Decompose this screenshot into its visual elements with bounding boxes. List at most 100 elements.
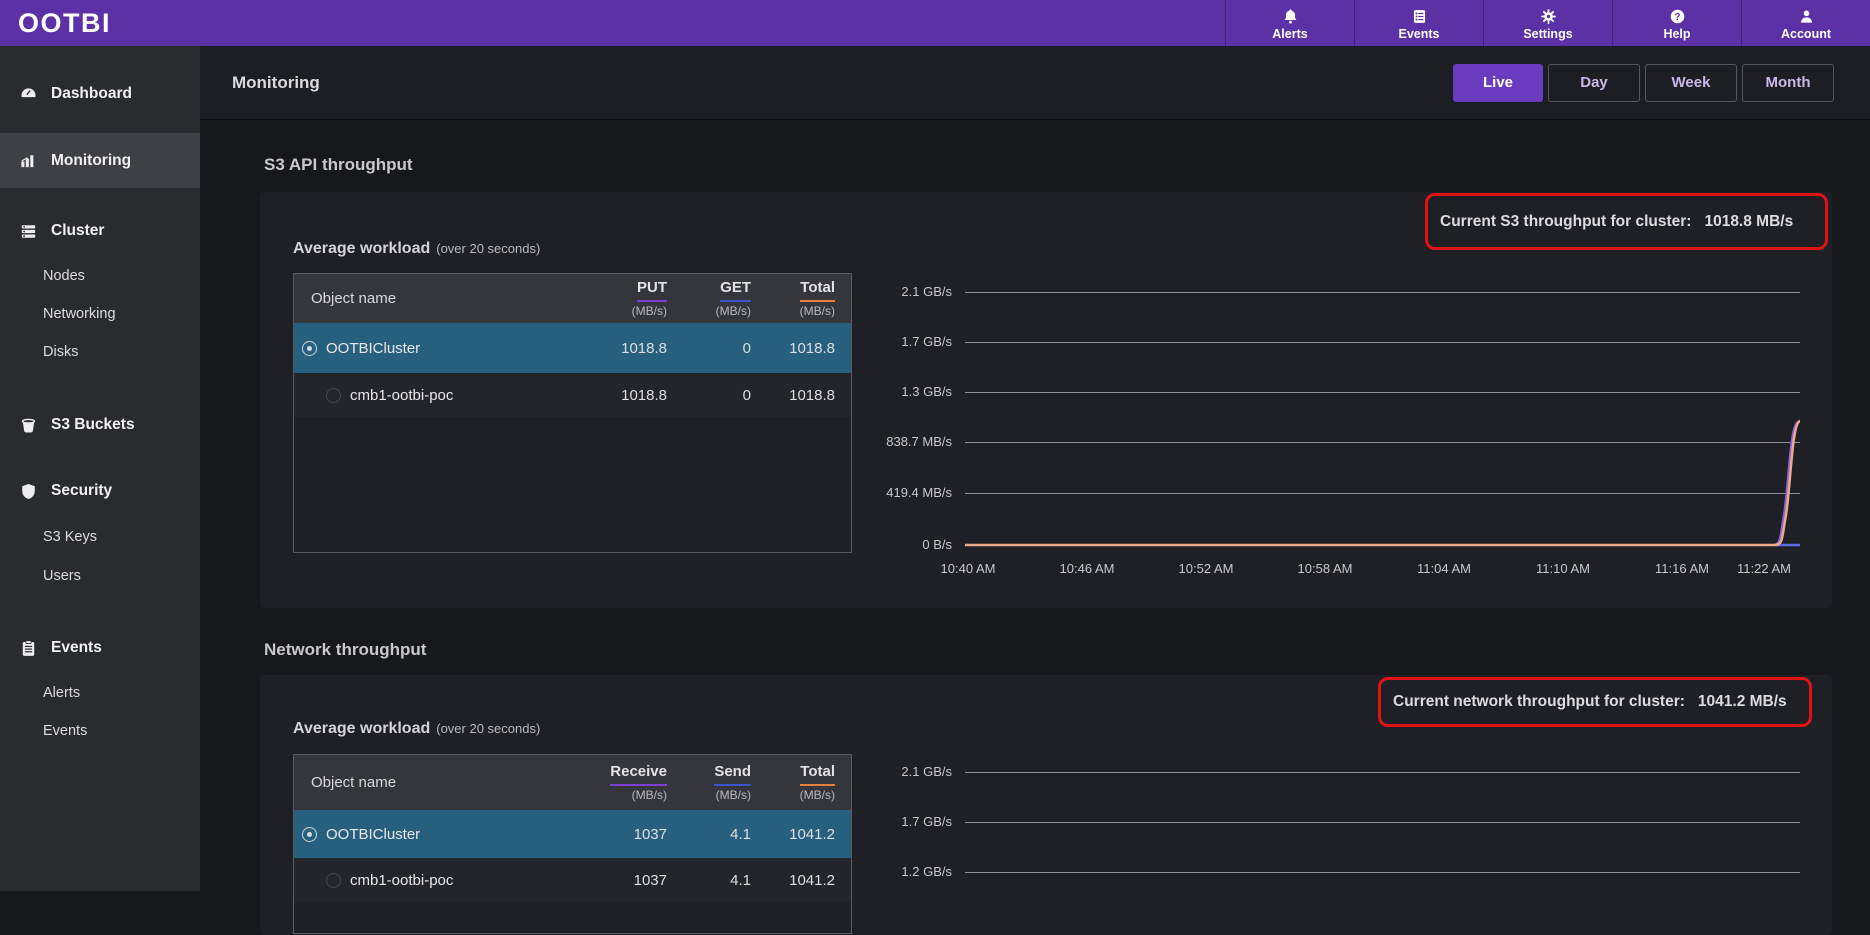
- network-current-throughput-callout: Current network throughput for cluster: …: [1378, 677, 1812, 727]
- alerts-nav-label: Alerts: [1272, 27, 1307, 41]
- sidebar-item-dashboard[interactable]: Dashboard: [0, 76, 200, 112]
- s3-throughput-card: Average workload (over 20 seconds) Curren…: [260, 192, 1832, 608]
- y-tick-label: 1.7 GB/s: [820, 333, 952, 351]
- sidebar-item-alerts-sub[interactable]: Alerts: [0, 678, 200, 708]
- sidebar-item-cluster[interactable]: Cluster: [0, 213, 200, 249]
- help-nav-button[interactable]: ? Help: [1612, 0, 1741, 46]
- send-value: 4.1: [667, 872, 751, 889]
- network-table-header: Object name Receive (MB/s) Send (MB/s) T…: [294, 755, 851, 810]
- object-name-header: Object name: [294, 290, 583, 307]
- events-nav-button[interactable]: Events: [1354, 0, 1483, 46]
- x-tick-label: 10:52 AM: [1169, 560, 1243, 578]
- y-tick-label: 2.1 GB/s: [820, 763, 952, 781]
- radio-selected-icon[interactable]: [302, 827, 317, 842]
- clipboard-icon: [18, 638, 38, 658]
- page-title: Monitoring: [232, 73, 320, 93]
- sidebar-label-users: Users: [43, 568, 81, 584]
- row-name-label: cmb1-ootbi-poc: [350, 387, 453, 404]
- total-header-unit: (MB/s): [751, 305, 835, 318]
- week-range-button[interactable]: Week: [1645, 64, 1737, 102]
- radio-selected-icon[interactable]: [302, 341, 317, 356]
- sidebar-label-disks: Disks: [43, 344, 78, 360]
- topbar-nav: Alerts Events Settings ? Help Account: [1225, 0, 1870, 46]
- network-callout-value: 1041.2 MB/s: [1698, 693, 1787, 711]
- shield-icon: [18, 481, 38, 501]
- sidebar-item-nodes[interactable]: Nodes: [0, 261, 200, 291]
- s3-callout-value: 1018.8 MB/s: [1704, 213, 1793, 231]
- sidebar-label-s3-keys: S3 Keys: [43, 529, 97, 545]
- sidebar-label-dashboard: Dashboard: [51, 85, 132, 103]
- sidebar-item-security[interactable]: Security: [0, 473, 200, 509]
- sidebar: Dashboard Monitoring Cluster Nodes Netwo…: [0, 46, 200, 891]
- avg-workload-note: (over 20 seconds): [436, 241, 540, 256]
- avg-workload-note: (over 20 seconds): [436, 721, 540, 736]
- gridline: [965, 872, 1800, 873]
- settings-nav-button[interactable]: Settings: [1483, 0, 1612, 46]
- x-tick-label: 11:22 AM: [1727, 560, 1801, 578]
- send-column-header: Send (MB/s): [667, 763, 751, 802]
- put-header-label: PUT: [637, 280, 667, 302]
- bell-icon: [1282, 8, 1299, 26]
- network-section-title: Network throughput: [264, 640, 426, 660]
- get-column-header: GET (MB/s): [667, 279, 751, 318]
- x-tick-label: 10:40 AM: [931, 560, 1005, 578]
- help-nav-label: Help: [1663, 27, 1690, 41]
- get-header-unit: (MB/s): [667, 305, 751, 318]
- put-header-unit: (MB/s): [583, 305, 667, 318]
- s3-current-throughput-callout: Current S3 throughput for cluster: 1018.…: [1425, 193, 1828, 250]
- sidebar-item-monitoring[interactable]: Monitoring: [0, 133, 200, 188]
- sidebar-label-events-sub: Events: [43, 723, 87, 739]
- question-circle-icon: ?: [1669, 8, 1686, 26]
- table-row-ootbicluster[interactable]: OOTBICluster 1037 4.1 1041.2: [294, 810, 851, 858]
- sidebar-label-networking: Networking: [43, 306, 116, 322]
- gridline: [965, 772, 1800, 773]
- s3-section-title: S3 API throughput: [264, 155, 413, 175]
- sidebar-label-alerts-sub: Alerts: [43, 685, 80, 701]
- radio-unselected-icon[interactable]: [326, 388, 341, 403]
- put-value: 1018.8: [583, 387, 667, 404]
- page-header: Monitoring Live Day Week Month: [200, 46, 1870, 120]
- sidebar-item-s3-buckets[interactable]: S3 Buckets: [0, 407, 200, 443]
- x-tick-label: 11:10 AM: [1526, 560, 1600, 578]
- server-icon: [18, 221, 38, 241]
- events-nav-label: Events: [1399, 27, 1440, 41]
- ootbi-logo: OOTBI: [18, 0, 111, 46]
- s3-table-header: Object name PUT (MB/s) GET (MB/s) Total …: [294, 274, 851, 323]
- table-row-ootbicluster[interactable]: OOTBICluster 1018.8 0 1018.8: [294, 323, 851, 373]
- sidebar-item-events[interactable]: Events: [0, 630, 200, 666]
- radio-unselected-icon[interactable]: [326, 873, 341, 888]
- receive-value: 1037: [583, 872, 667, 889]
- gauge-icon: [18, 84, 38, 104]
- sidebar-label-monitoring: Monitoring: [51, 152, 131, 170]
- sidebar-item-disks[interactable]: Disks: [0, 337, 200, 367]
- gridline: [965, 822, 1800, 823]
- person-icon: [1798, 8, 1815, 26]
- table-row-cmb1-ootbi-poc[interactable]: cmb1-ootbi-poc 1018.8 0 1018.8: [294, 373, 851, 417]
- month-range-button[interactable]: Month: [1742, 64, 1834, 102]
- account-nav-label: Account: [1781, 27, 1831, 41]
- send-header-unit: (MB/s): [667, 789, 751, 802]
- sidebar-item-s3-keys[interactable]: S3 Keys: [0, 522, 200, 552]
- day-range-button[interactable]: Day: [1548, 64, 1640, 102]
- live-range-button[interactable]: Live: [1453, 64, 1543, 102]
- sidebar-item-events-sub[interactable]: Events: [0, 716, 200, 746]
- put-column-header: PUT (MB/s): [583, 279, 667, 318]
- sidebar-item-users[interactable]: Users: [0, 561, 200, 591]
- y-tick-label: 1.7 GB/s: [820, 813, 952, 831]
- s3-callout-label: Current S3 throughput for cluster:: [1440, 213, 1691, 231]
- receive-header-unit: (MB/s): [583, 789, 667, 802]
- x-tick-label: 10:58 AM: [1288, 560, 1362, 578]
- sidebar-label-events: Events: [51, 639, 102, 657]
- x-tick-label: 10:46 AM: [1050, 560, 1124, 578]
- send-header-label: Send: [714, 764, 751, 786]
- table-row-cmb1-ootbi-poc[interactable]: cmb1-ootbi-poc 1037 4.1 1041.2: [294, 858, 851, 902]
- alerts-nav-button[interactable]: Alerts: [1225, 0, 1354, 46]
- get-value: 0: [667, 340, 751, 357]
- y-tick-label: 419.4 MB/s: [820, 484, 952, 502]
- account-nav-button[interactable]: Account: [1741, 0, 1870, 46]
- y-tick-label: 1.3 GB/s: [820, 383, 952, 401]
- avg-workload-text: Average workload: [293, 240, 430, 257]
- receive-value: 1037: [583, 826, 667, 843]
- sidebar-item-networking[interactable]: Networking: [0, 299, 200, 329]
- object-name-header: Object name: [294, 774, 583, 791]
